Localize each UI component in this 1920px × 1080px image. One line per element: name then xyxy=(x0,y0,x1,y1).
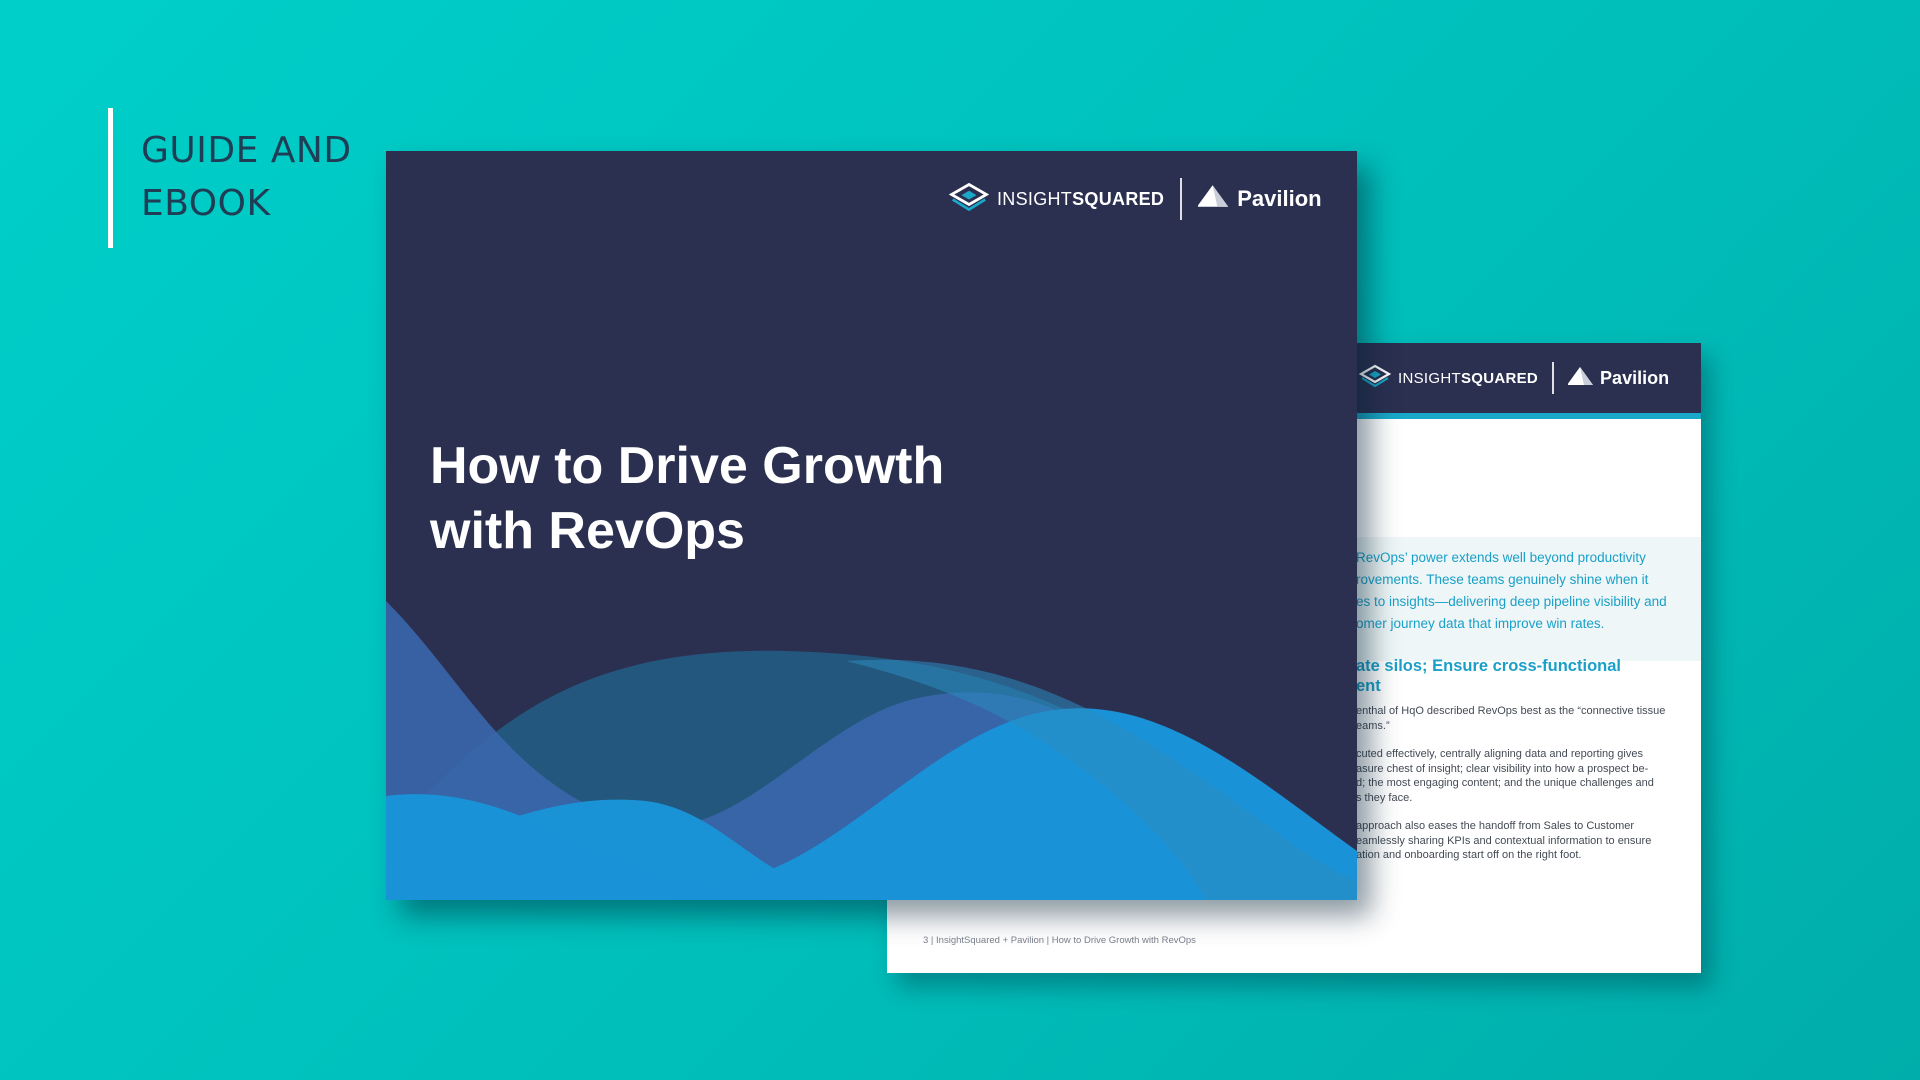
inner-header-logos: INSIGHT SQUARED Pavilion xyxy=(1358,362,1670,394)
content-type-label: GUIDE AND EBOOK xyxy=(141,124,352,230)
callout-line: rovements. These teams genuinely shine w… xyxy=(1356,572,1649,587)
pavilion-logo: Pavilion xyxy=(1567,366,1670,391)
body-line: approach also eases the handoff from Sal… xyxy=(1356,820,1635,832)
body-line: asure chest of insight; clear visibility… xyxy=(1356,762,1649,775)
pavilion-wordmark: Pavilion xyxy=(1600,367,1670,388)
body-line: enthal of HqO described RevOps best as t… xyxy=(1356,705,1666,717)
body-paragraph: cuted effectively, centrally aligning da… xyxy=(1356,747,1686,805)
callout-text: RevOps’ power extends well beyond produc… xyxy=(1356,547,1696,635)
body-line: eams.” xyxy=(1356,719,1390,732)
callout-line: omer journey data that improve win rates… xyxy=(1356,616,1605,631)
ebook-cover: INSIGHT SQUARED Pavilion How to Drive Gro… xyxy=(386,151,1357,900)
body-line: d; the most engaging content; and the un… xyxy=(1356,777,1654,789)
insightsquared-wordmark-bold: SQUARED xyxy=(1460,369,1539,387)
section-title-line: ent xyxy=(1356,677,1381,695)
insightsquared-wordmark-light: INSIGHT xyxy=(1398,369,1461,387)
cover-logos: INSIGHT SQUARED Pavilion xyxy=(948,176,1322,222)
body-line: cuted effectively, centrally aligning da… xyxy=(1356,748,1643,760)
body-line: s they face. xyxy=(1356,791,1413,804)
insightsquared-diamond-icon xyxy=(1358,364,1392,392)
pavilion-wordmark: Pavilion xyxy=(1237,186,1322,211)
kicker-line-1: GUIDE AND xyxy=(141,130,352,171)
section-title: ate silos; Ensure cross-functional ent xyxy=(1356,656,1696,696)
kicker-accent-bar xyxy=(108,108,113,248)
cover-title: How to Drive Growth with RevOps xyxy=(430,434,944,564)
body-paragraph: enthal of HqO described RevOps best as t… xyxy=(1356,704,1686,733)
body-paragraph: approach also eases the handoff from Sal… xyxy=(1356,819,1686,863)
kicker-line-2: EBOOK xyxy=(141,183,271,224)
logo-divider xyxy=(1552,362,1555,394)
cover-title-line-2: with RevOps xyxy=(430,502,745,560)
body-line: eamlessly sharing KPIs and contextual in… xyxy=(1356,834,1652,847)
pavilion-mountain-icon xyxy=(1567,366,1596,391)
insightsquared-logo: INSIGHT SQUARED xyxy=(1358,364,1539,392)
pavilion-logo: Pavilion xyxy=(1197,184,1322,214)
decorative-waves xyxy=(386,601,1357,900)
body-line: ation and onboarding start off on the ri… xyxy=(1356,849,1582,861)
callout-line: RevOps’ power extends well beyond produc… xyxy=(1356,550,1646,565)
cover-title-line-1: How to Drive Growth xyxy=(430,437,945,495)
insightsquared-logo: INSIGHT SQUARED xyxy=(948,182,1165,217)
insightsquared-diamond-icon xyxy=(948,182,990,217)
insightsquared-wordmark-light: INSIGHT xyxy=(997,188,1073,209)
section-title-line: ate silos; Ensure cross-functional xyxy=(1356,657,1621,675)
insightsquared-wordmark-bold: SQUARED xyxy=(1072,188,1165,209)
callout-line: es to insights—delivering deep pipeline … xyxy=(1356,594,1667,609)
logo-divider xyxy=(1180,178,1183,220)
page-footer: 3 | InsightSquared + Pavilion | How to D… xyxy=(923,935,1196,946)
pavilion-mountain-icon xyxy=(1197,184,1232,214)
